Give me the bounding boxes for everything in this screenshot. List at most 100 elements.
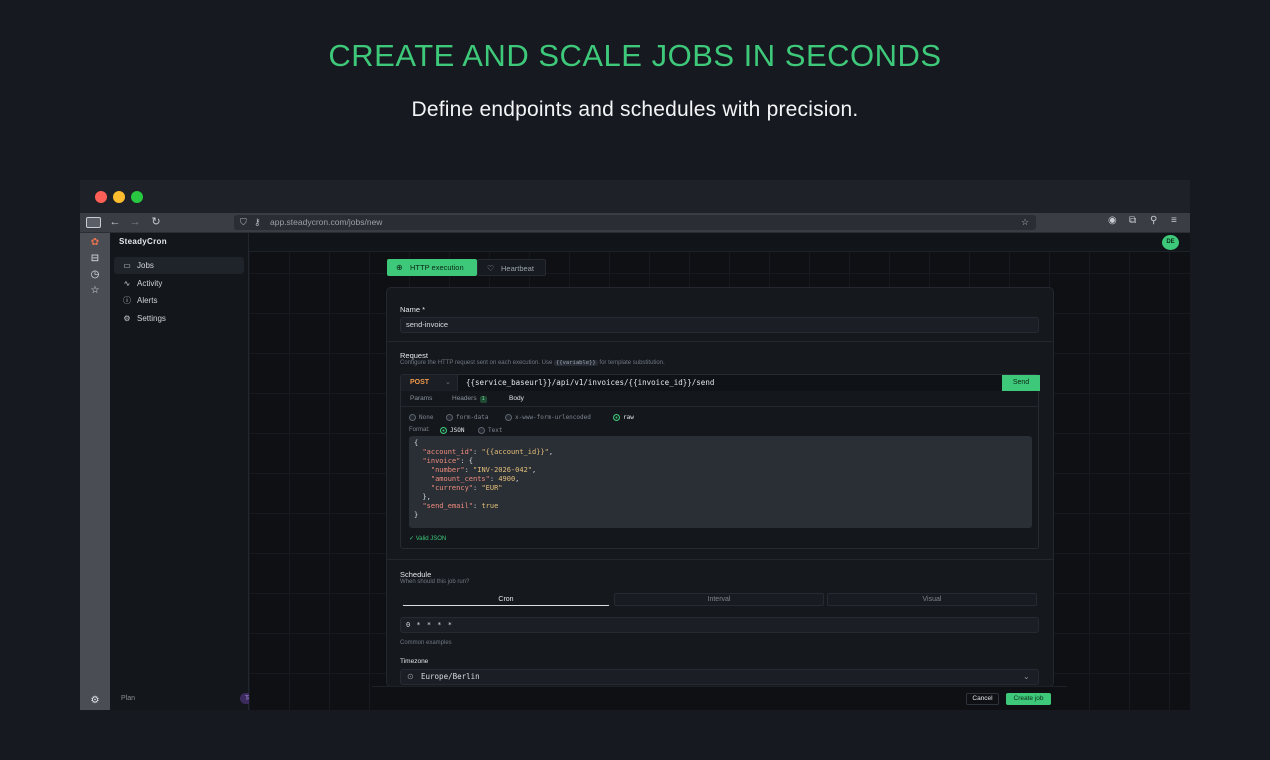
extensions-icon[interactable]: ⧉ <box>1129 215 1136 226</box>
timezone-select[interactable]: ⊙ Europe/Berlin ⌄ <box>400 669 1039 685</box>
code-line: "amount_cents": 4900, <box>430 475 520 483</box>
tab-cron[interactable]: Cron <box>402 593 610 606</box>
request-builder: POST ⌄ {{service_baseurl}}/api/v1/invoic… <box>400 374 1040 549</box>
radio-circle <box>409 414 416 421</box>
send-button[interactable]: Send <box>1002 375 1040 391</box>
section-divider <box>387 341 1053 342</box>
request-hint: Configure the HTTP request sent on each … <box>400 360 665 366</box>
tab-headers[interactable]: Headers 1 <box>452 391 487 407</box>
radio-label: JSON <box>450 427 465 434</box>
address-bar-url: app.steadycron.com/jobs/new <box>270 217 383 227</box>
schedule-hint: When should this job run? <box>400 579 470 585</box>
request-subtabs: Params Headers 1 Body <box>401 391 1038 407</box>
close-window-button[interactable] <box>95 191 107 203</box>
json-body-editor[interactable]: { "account_id": "{{account_id}}", "invoi… <box>409 436 1032 528</box>
back-icon[interactable]: ← <box>107 215 123 230</box>
radio-label: form-data <box>456 414 489 421</box>
account-icon[interactable]: ◉ <box>1108 215 1117 226</box>
app-logo-icon[interactable]: ✿ <box>89 237 101 249</box>
tab-heartbeat[interactable]: ♡ Heartbeat <box>477 259 546 276</box>
minimize-window-button[interactable] <box>113 191 125 203</box>
job-form: Name * send-invoice Request Configure th… <box>386 287 1054 687</box>
tab-http-execution[interactable]: ⊕ HTTP execution <box>387 259 477 276</box>
sidebar-item-activity[interactable]: ∿ Activity <box>114 275 244 292</box>
timezone-value: Europe/Berlin <box>421 672 480 681</box>
code-line: { <box>414 439 419 447</box>
reload-icon[interactable]: ↻ <box>148 215 164 230</box>
name-label: Name * <box>400 305 426 314</box>
sidebar-item-label: Alerts <box>137 296 158 305</box>
key-icon[interactable]: ⚷ <box>254 215 261 230</box>
alert-icon: ⓘ <box>123 296 131 305</box>
tabs-icon[interactable]: ⊟ <box>89 253 101 265</box>
main-content: DE ⊕ HTTP execution ♡ Heartbeat Name * s… <box>249 233 1190 710</box>
code-line: "number": "INV-2026-042", <box>430 466 537 474</box>
brand-name: SteadyCron <box>119 237 167 246</box>
schedule-label: Schedule <box>400 570 432 579</box>
app-topbar: DE <box>249 233 1190 252</box>
history-icon[interactable]: ◷ <box>89 269 101 281</box>
code-line: "account_id": "{{account_id}}", <box>422 448 554 456</box>
name-input[interactable]: send-invoice <box>400 317 1039 333</box>
request-hint-text: Configure the HTTP request sent on each … <box>400 360 553 366</box>
format-label: Format: <box>409 427 430 433</box>
radio-circle <box>613 414 620 421</box>
code-line: }, <box>414 493 431 501</box>
radio-circle <box>505 414 512 421</box>
tab-visual[interactable]: Visual <box>827 593 1037 606</box>
variable-syntax-code: {{variable}} <box>553 360 598 366</box>
forward-icon[interactable]: → <box>127 215 143 230</box>
radio-label: Text <box>488 427 503 434</box>
radio-label: x-www-form-urlencoded <box>515 414 591 421</box>
hero-subline: Define endpoints and schedules with prec… <box>411 98 859 121</box>
star-icon[interactable]: ☆ <box>1021 215 1029 230</box>
sidebar-item-jobs[interactable]: ▭ Jobs <box>114 257 244 274</box>
activity-icon: ∿ <box>123 279 131 288</box>
headers-count-badge: 1 <box>479 396 487 403</box>
chevron-down-icon: ⌄ <box>1023 672 1030 681</box>
tab-label: Heartbeat <box>501 264 534 273</box>
method-select[interactable]: POST ⌄ <box>401 375 458 391</box>
briefcase-icon: ▭ <box>123 261 131 270</box>
sidebar-toggle-icon[interactable] <box>86 217 101 228</box>
rail-settings-icon[interactable]: ⚙ <box>89 695 101 707</box>
common-examples-link[interactable]: Common examples <box>400 640 452 646</box>
url-input[interactable]: {{service_baseurl}}/api/v1/invoices/{{in… <box>458 375 1002 391</box>
sidebar: SteadyCron ▭ Jobs ∿ Activity ⓘ Alerts ⚙ … <box>110 233 266 710</box>
sidebar-item-label: Jobs <box>137 261 154 270</box>
menu-icon[interactable]: ≡ <box>1171 215 1177 226</box>
window-titlebar <box>80 180 1190 213</box>
avatar[interactable]: DE <box>1162 235 1179 250</box>
tab-interval[interactable]: Interval <box>614 593 824 606</box>
shield-icon[interactable]: ⛉ <box>240 215 247 230</box>
format-radios: Format: JSON Text <box>409 426 1029 435</box>
code-line: } <box>414 511 419 519</box>
address-bar[interactable]: ⛉ ⚷ app.steadycron.com/jobs/new ☆ <box>234 215 1036 230</box>
radio-label: raw <box>623 414 634 421</box>
section-divider <box>387 559 1053 560</box>
sidebar-item-alerts[interactable]: ⓘ Alerts <box>114 292 244 309</box>
tab-label: HTTP execution <box>410 263 464 272</box>
code-line: "currency": "EUR" <box>430 484 503 492</box>
tab-body[interactable]: Body <box>509 391 524 407</box>
browser-side-rail: ✿ ⊟ ◷ ☆ ⚙ <box>80 233 110 710</box>
pin-icon[interactable]: ⚲ <box>1150 215 1157 226</box>
timezone-label: Timezone <box>400 658 429 665</box>
cancel-button[interactable]: Cancel <box>966 693 999 705</box>
body-type-radios: None form-data x-www-form-urlencoded raw <box>409 413 1029 422</box>
globe-icon: ⊕ <box>396 263 403 272</box>
tab-params[interactable]: Params <box>410 391 432 407</box>
zoom-window-button[interactable] <box>131 191 143 203</box>
heartbeat-icon: ♡ <box>487 264 495 273</box>
cron-expression-input[interactable]: 0 * * * * <box>400 617 1039 633</box>
sidebar-item-settings[interactable]: ⚙ Settings <box>114 310 244 327</box>
bookmark-star-icon[interactable]: ☆ <box>89 285 101 297</box>
create-job-button[interactable]: Create job <box>1006 693 1051 705</box>
tab-headers-label: Headers <box>452 395 477 402</box>
radio-label: None <box>419 414 434 421</box>
location-pin-icon: ⊙ <box>407 672 414 681</box>
code-line: "send_email": true <box>422 502 499 510</box>
sidebar-item-label: Activity <box>137 279 163 288</box>
radio-circle <box>446 414 453 421</box>
method-value: POST <box>410 379 430 386</box>
